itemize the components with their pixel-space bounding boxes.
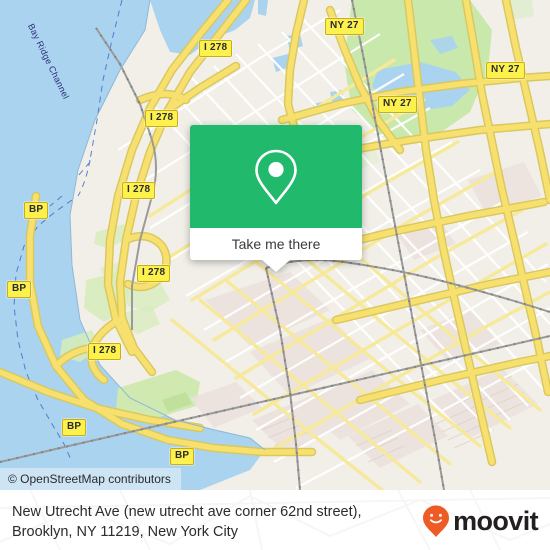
moovit-logo[interactable]: moovit	[421, 504, 539, 538]
highway-shield: BP	[7, 281, 32, 298]
highway-shield: BP	[170, 448, 195, 465]
highway-shield: I 278	[199, 40, 233, 57]
highway-shield: I 278	[145, 110, 179, 127]
moovit-pin-smiley-icon	[423, 505, 450, 537]
map-pin-icon	[255, 149, 297, 204]
highway-shield: I 278	[137, 265, 171, 282]
osm-attribution[interactable]: © OpenStreetMap contributors	[0, 468, 181, 490]
map-canvas[interactable]: Bay Ridge Channel I 278 I 278 I 278 I 278 I …	[0, 0, 550, 490]
footer-bar: New Utrecht Ave (new utrecht ave corner …	[0, 490, 550, 550]
moovit-wordmark: moovit	[453, 505, 539, 536]
highway-shield: I 278	[122, 182, 156, 199]
highway-shield: NY 27	[378, 96, 417, 113]
highway-shield: BP	[62, 419, 87, 436]
highway-shield: NY 27	[325, 18, 364, 35]
highway-shield: BP	[24, 202, 49, 219]
popup-image-area	[190, 125, 362, 228]
location-popup-card[interactable]: Take me there	[190, 125, 362, 272]
moovit-map-screenshot: Bay Ridge Channel I 278 I 278 I 278 I 278 I …	[0, 0, 550, 550]
highway-shield: NY 27	[486, 62, 525, 79]
take-me-there-button[interactable]: Take me there	[190, 228, 362, 260]
popup-pointer-tail	[262, 260, 290, 272]
place-address-text: New Utrecht Ave (new utrecht ave corner …	[12, 504, 362, 540]
highway-shield: I 278	[88, 343, 122, 360]
